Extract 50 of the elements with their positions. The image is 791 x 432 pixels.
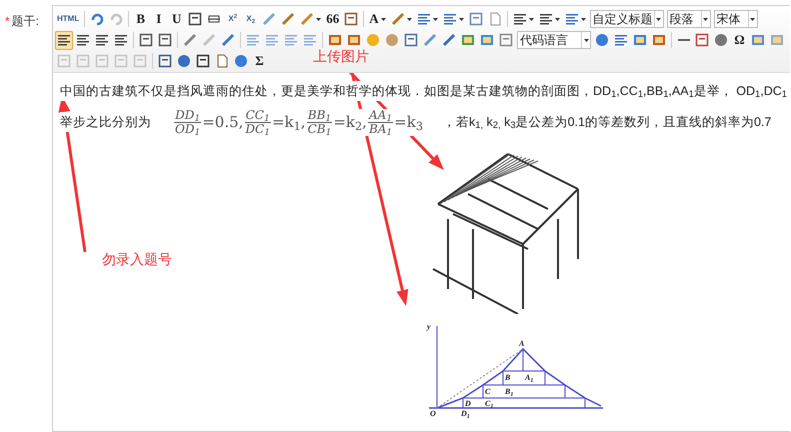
toolbar-button[interactable]: 66 [324,10,342,28]
ordered-list-icon [416,12,431,26]
diagram-label: B [505,373,510,382]
page-icon [488,12,502,26]
toolbar-button[interactable]: HTML [55,10,82,28]
multi-image-icon [347,33,361,47]
image-icon [328,33,342,47]
redo-icon [109,12,124,26]
toolbar-button[interactable]: A [367,10,388,28]
diagram-label: C [485,387,490,396]
diagram-label: O [430,409,436,418]
diagram-label: y [427,322,431,331]
caret-icon [703,18,708,20]
diagram-label: D [465,399,471,408]
annotation-text: 勿录入题号 [102,250,172,269]
toolbar-button[interactable]: I [150,10,168,28]
required-mark: * [5,13,10,30]
bullet-list-icon [442,12,457,26]
align-left-icon [57,33,71,47]
toolbar-button[interactable]: Σ [251,52,268,70]
toolbar-button[interactable]: Ω [731,30,748,50]
toolbar-button[interactable]: B [132,10,150,28]
diagram-label: A [519,339,524,348]
image-icon [770,33,784,47]
caret-icon [584,38,588,42]
toolbar-button[interactable]: U [168,10,186,28]
toolbar-button[interactable]: X$^{2}$ [224,10,242,28]
caret-icon [750,18,756,20]
paragraph-text: 举步之比分别为 [60,112,151,132]
diagram-label: B$_{1}$ [505,387,514,396]
align-right-icon [95,33,109,47]
diagram-label: A$_{1}$ [525,373,534,382]
diagram-label: C$_{1}$ [485,399,494,408]
picture-icon [480,33,494,47]
dropdown-select[interactable]: 自定义标题 [590,10,664,28]
toolbar-button[interactable]: X$_{2}$ [242,10,260,28]
horizontal-line-icon [678,39,690,41]
undo-icon [90,12,104,26]
dropdown-select[interactable]: 代码语言 [517,31,591,49]
annotation-text: 上传图片 [313,47,369,66]
dropdown-select[interactable]: 宋体 [714,10,758,28]
align-left-button[interactable] [55,30,73,50]
dropdown-select[interactable]: 段落 [666,10,711,28]
paragraph-text: 中国的古建筑不仅是挡风遮雨的住处，更是美学和哲学的体现．如图是某古建筑物的剖面图，DD$_{1}$,CC$_{1}$,BB$_{1}$,AA$_{1}$是举， OD$_{1}$,DC$_{1}$ [60,81,787,101]
field-label: 题干: [12,13,40,30]
justify-icon [114,33,128,47]
caret-icon [656,18,662,20]
diagram-label: D$_{1}$ [461,409,470,418]
align-center-icon [76,33,90,47]
picture-icon [461,33,475,47]
